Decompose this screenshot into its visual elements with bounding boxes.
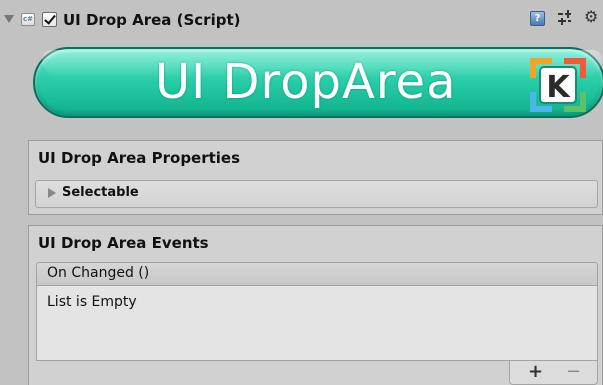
csharp-script-icon: c# — [21, 13, 35, 26]
add-listener-button[interactable]: + — [528, 362, 543, 382]
gear-icon[interactable]: ⚙ — [584, 7, 598, 26]
help-icon[interactable]: ? — [530, 11, 545, 26]
logo-icon: K — [530, 58, 586, 112]
presets-icon[interactable] — [556, 10, 572, 27]
banner-title: UI DropArea — [155, 54, 457, 110]
event-name: On Changed () — [47, 265, 150, 281]
component-title[interactable]: UI Drop Area (Script) — [63, 11, 240, 29]
properties-title: UI Drop Area Properties — [38, 149, 241, 167]
events-title: UI Drop Area Events — [38, 234, 209, 252]
logo-letter: K — [546, 70, 571, 105]
event-list-footer — [509, 361, 598, 385]
selectable-foldout-label[interactable]: Selectable — [62, 185, 139, 200]
event-list-empty-text: List is Empty — [47, 294, 137, 310]
remove-listener-button[interactable]: − — [566, 362, 581, 382]
fold-arrow-icon[interactable] — [4, 15, 14, 23]
foldout-arrow-icon[interactable] — [48, 188, 56, 198]
enabled-checkbox[interactable] — [42, 12, 57, 27]
